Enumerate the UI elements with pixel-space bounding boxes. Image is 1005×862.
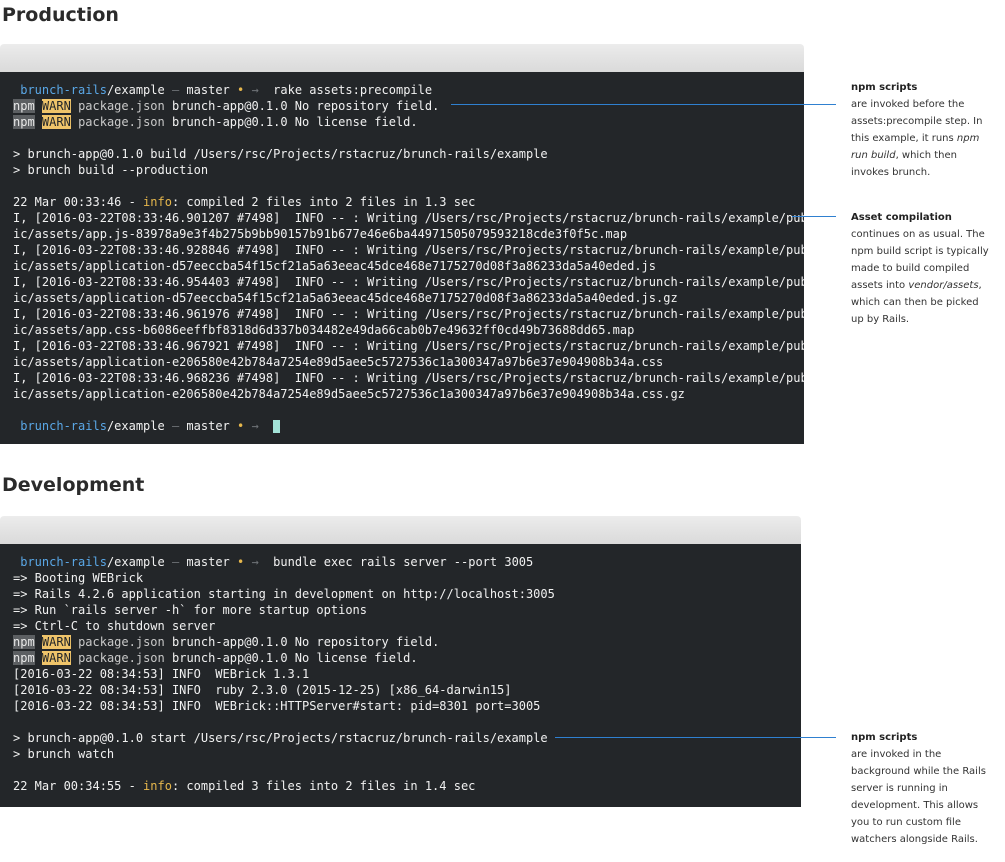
- start-line: > brunch-app@0.1.0 start /Users/rsc/Proj…: [13, 731, 548, 745]
- annotation-leader-line: [555, 737, 836, 738]
- annotation-npm-scripts-watch: npm scripts are invoked in the backgroun…: [851, 729, 991, 848]
- terminal-titlebar: [0, 516, 801, 544]
- log-line: ic/assets/app.css-b6086eeffbf8318d6d337b…: [13, 323, 635, 337]
- annotation-title: Asset compilation: [851, 212, 952, 223]
- webrick-line: [2016-03-22 08:34:53] INFO ruby 2.3.0 (2…: [13, 683, 512, 697]
- boot-line: => Booting WEBrick: [13, 571, 144, 585]
- start-line: > brunch watch: [13, 747, 115, 761]
- boot-line: => Rails 4.2.6 application starting in d…: [13, 587, 555, 601]
- terminal-output[interactable]: brunch-rails/example – master • → bundle…: [0, 544, 801, 807]
- log-line: I, [2016-03-22T08:33:46.901207 #7498] IN…: [13, 211, 804, 225]
- terminal-titlebar: [0, 44, 804, 72]
- build-line: > brunch build --production: [13, 163, 209, 177]
- prompt-line: brunch-rails/example – master • → rake a…: [20, 83, 433, 97]
- production-heading: Production: [2, 4, 119, 26]
- development-terminal-window: brunch-rails/example – master • → bundle…: [0, 516, 801, 807]
- build-line: > brunch-app@0.1.0 build /Users/rsc/Proj…: [13, 147, 548, 161]
- npm-warn-line: npm WARN package.json brunch-app@0.1.0 N…: [13, 635, 440, 649]
- log-line: ic/assets/app.js-83978a9e3f4b275b9bb9015…: [13, 227, 628, 241]
- annotation-asset-compilation: Asset compilation continues on as usual.…: [851, 209, 991, 328]
- npm-warn-line: npm WARN package.json brunch-app@0.1.0 N…: [13, 115, 418, 129]
- annotation-npm-scripts-build: npm scripts are invoked before the asset…: [851, 79, 991, 181]
- terminal-cursor: [273, 420, 281, 433]
- boot-line: => Ctrl-C to shutdown server: [13, 619, 216, 633]
- log-line: I, [2016-03-22T08:33:46.954403 #7498] IN…: [13, 275, 804, 289]
- annotation-title: npm scripts: [851, 82, 918, 93]
- log-line: I, [2016-03-22T08:33:46.968236 #7498] IN…: [13, 371, 804, 385]
- log-line: I, [2016-03-22T08:33:46.928846 #7498] IN…: [13, 243, 804, 257]
- npm-warn-line: npm WARN package.json brunch-app@0.1.0 N…: [13, 99, 440, 113]
- boot-line: => Run `rails server -h` for more startu…: [13, 603, 368, 617]
- prompt-line: brunch-rails/example – master • →: [13, 418, 792, 434]
- log-line: ic/assets/application-e206580e42b784a725…: [13, 387, 685, 401]
- log-line: I, [2016-03-22T08:33:46.967921 #7498] IN…: [13, 339, 804, 353]
- cursor-line: [13, 794, 789, 807]
- info-line: 22 Mar 00:34:55 - info: compiled 3 files…: [13, 779, 476, 793]
- annotation-leader-line: [792, 216, 836, 217]
- annotation-body: continues on as usual. The npm build scr…: [851, 229, 989, 325]
- annotation-body: are invoked in the background while the …: [851, 749, 986, 845]
- annotation-body: are invoked before the assets:precompile…: [851, 99, 983, 178]
- development-heading: Development: [2, 474, 145, 496]
- info-line: 22 Mar 00:33:46 - info: compiled 2 files…: [13, 195, 476, 209]
- prompt-line: brunch-rails/example – master • → bundle…: [20, 555, 534, 569]
- annotation-title: npm scripts: [851, 732, 918, 743]
- annotation-leader-line: [451, 104, 836, 105]
- webrick-line: [2016-03-22 08:34:53] INFO WEBrick 1.3.1: [13, 667, 310, 681]
- log-line: I, [2016-03-22T08:33:46.961976 #7498] IN…: [13, 307, 804, 321]
- log-line: ic/assets/application-d57eeccba54f15cf21…: [13, 259, 656, 273]
- terminal-output[interactable]: brunch-rails/example – master • → rake a…: [0, 72, 804, 444]
- npm-warn-line: npm WARN package.json brunch-app@0.1.0 N…: [13, 651, 418, 665]
- webrick-line: [2016-03-22 08:34:53] INFO WEBrick::HTTP…: [13, 699, 541, 713]
- log-line: ic/assets/application-d57eeccba54f15cf21…: [13, 291, 678, 305]
- log-line: ic/assets/application-e206580e42b784a725…: [13, 355, 664, 369]
